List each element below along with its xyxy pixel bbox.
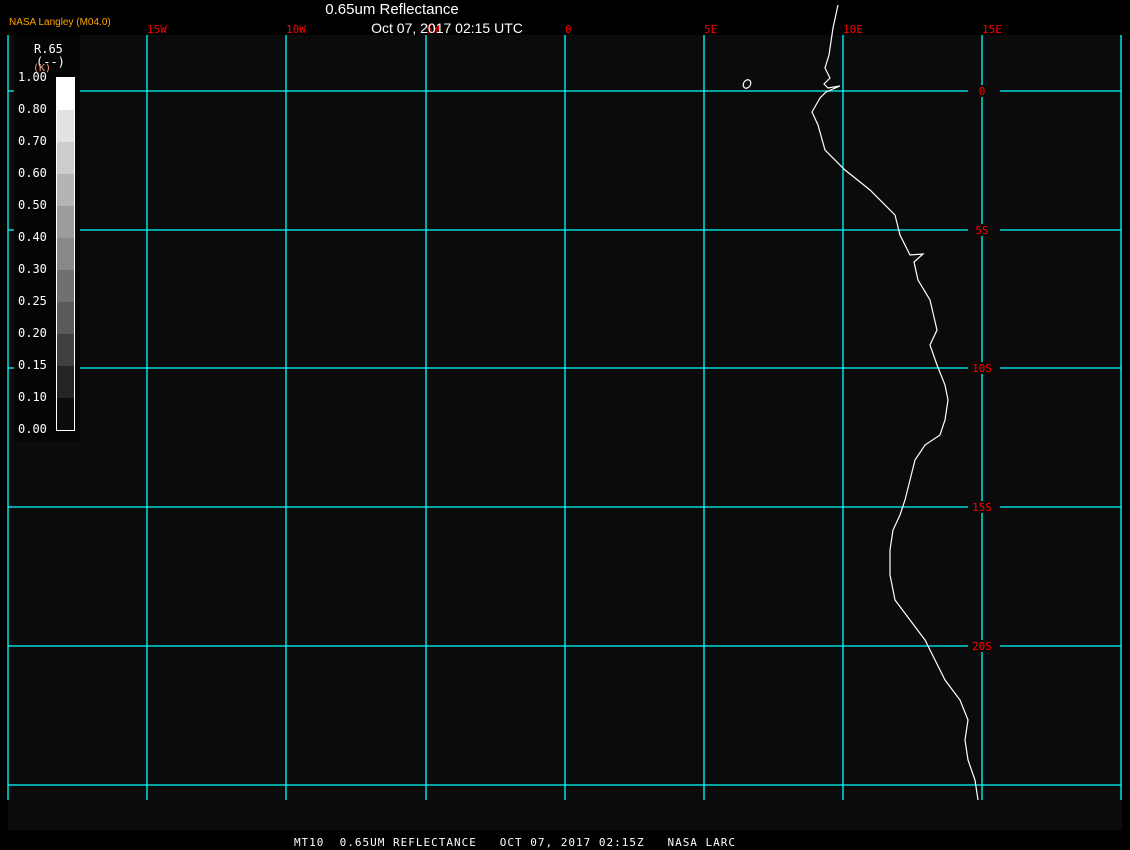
legend-tick-label: 0.40 [18,230,47,244]
legend-tick-label: 0.50 [18,198,47,212]
colorbar-segment [57,366,74,398]
colorbar-segment [57,334,74,366]
provider-label: NASA Langley (M04.0) [9,17,111,28]
legend-tick-label: 0.15 [18,358,47,372]
color-legend: R.65 (--) (K) 1.00 0.80 0.70 0.60 0.50 0.40 0.… [14,35,80,441]
legend-tick-label: 1.00 [18,70,47,84]
latitude-label: 20S [972,640,992,653]
colorbar-segment [57,238,74,270]
colorbar-segment [57,78,74,110]
colorbar-segment [57,174,74,206]
image-datetime: Oct 07, 2017 02:15 UTC [371,20,523,36]
colorbar-segment [57,270,74,302]
legend-variable: R.65 [34,42,63,56]
legend-tick-label: 0.30 [18,262,47,276]
island-outline [742,79,752,89]
latitude-label: 10S [972,362,992,375]
legend-tick-label: 0.00 [18,422,47,436]
legend-tick-label: 0.60 [18,166,47,180]
latitude-label: 15S [972,501,992,514]
coastline [811,4,979,801]
legend-tick-label: 0.10 [18,390,47,404]
latitude-label: 0 [979,85,986,98]
colorbar-segment [57,142,74,174]
latitude-label: 5S [975,224,988,237]
image-title: 0.65um Reflectance [325,1,459,18]
footer-caption: MT10 0.65UM REFLECTANCE OCT 07, 2017 02:… [293,836,737,849]
colorbar-segment [57,302,74,334]
colorbar-segment [57,110,74,142]
legend-tick-label: 0.20 [18,326,47,340]
legend-tick-label: 0.70 [18,134,47,148]
colorbar-segment [57,398,74,430]
legend-colorbar [56,77,75,431]
colorbar-segment [57,206,74,238]
map-grid: 15W 10W 5W 0 5E 10E 15E05S10S15S20S [7,4,1122,801]
legend-tick-label: 0.80 [18,102,47,116]
legend-tick-label: 0.25 [18,294,47,308]
